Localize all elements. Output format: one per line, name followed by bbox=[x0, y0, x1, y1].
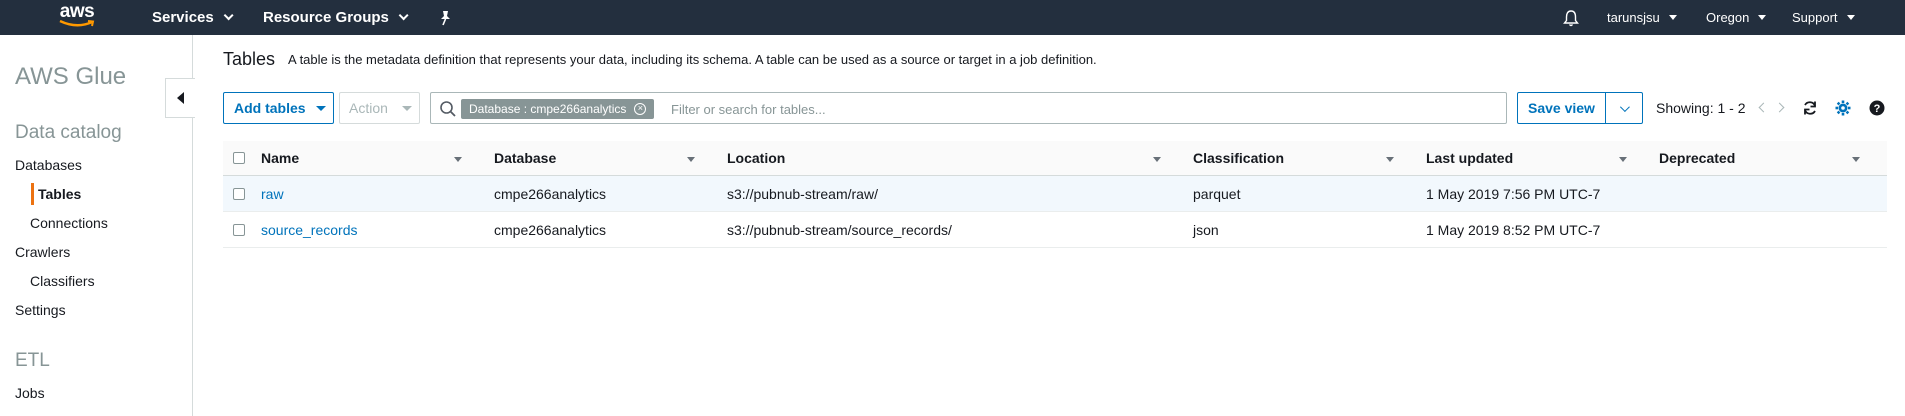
action-label: Action bbox=[349, 100, 388, 116]
save-view-dropdown[interactable] bbox=[1606, 93, 1642, 123]
table-location: s3://pubnub-stream/raw/ bbox=[727, 185, 878, 202]
search-input[interactable] bbox=[671, 99, 1491, 119]
sort-caret-icon[interactable] bbox=[1386, 157, 1394, 162]
sort-caret-icon[interactable] bbox=[687, 157, 695, 162]
column-header-deprecated[interactable]: Deprecated bbox=[1659, 141, 1735, 175]
active-indicator bbox=[31, 183, 34, 205]
row-checkbox[interactable] bbox=[233, 223, 245, 236]
column-header-last-updated[interactable]: Last updated bbox=[1426, 141, 1513, 175]
chevron-down-icon bbox=[1620, 101, 1631, 112]
table-location: s3://pubnub-stream/source_records/ bbox=[727, 221, 952, 238]
previous-page-icon[interactable] bbox=[1758, 102, 1769, 113]
column-header-location[interactable]: Location bbox=[727, 141, 785, 175]
aws-logo-text: aws bbox=[59, 1, 95, 22]
sort-caret-icon[interactable] bbox=[1619, 157, 1627, 162]
pagination-count: Showing: 1 - 2 bbox=[1656, 100, 1746, 116]
services-menu[interactable]: Services bbox=[152, 0, 234, 35]
table-row[interactable]: source_records cmpe266analytics s3://pub… bbox=[223, 212, 1887, 248]
collapse-arrow-icon bbox=[177, 92, 184, 104]
aws-logo[interactable]: aws bbox=[55, 2, 99, 32]
region-menu[interactable]: Oregon bbox=[1706, 0, 1767, 35]
sort-caret-icon[interactable] bbox=[1153, 157, 1161, 162]
table-last-updated: 1 May 2019 7:56 PM UTC-7 bbox=[1426, 185, 1601, 202]
resource-groups-label: Resource Groups bbox=[263, 9, 389, 26]
page-description: A table is the metadata definition that … bbox=[288, 52, 1097, 67]
caret-down-icon bbox=[1758, 15, 1767, 20]
column-header-name[interactable]: Name bbox=[261, 141, 299, 175]
sidebar-item-settings[interactable]: Settings bbox=[15, 302, 66, 318]
services-label: Services bbox=[152, 9, 214, 26]
table-row[interactable]: raw cmpe266analytics s3://pubnub-stream/… bbox=[223, 176, 1887, 212]
next-page-icon[interactable] bbox=[1774, 102, 1785, 113]
notifications-button[interactable] bbox=[1563, 0, 1579, 35]
chevron-down-icon bbox=[398, 10, 409, 21]
table-header-row: Name Database Location Classification La… bbox=[223, 141, 1887, 176]
sidebar-item-classifiers[interactable]: Classifiers bbox=[30, 273, 95, 289]
support-menu[interactable]: Support bbox=[1792, 0, 1855, 35]
gear-icon[interactable] bbox=[1835, 100, 1851, 116]
select-all-checkbox[interactable] bbox=[233, 152, 245, 164]
table-last-updated: 1 May 2019 8:52 PM UTC-7 bbox=[1426, 221, 1601, 238]
sort-caret-icon[interactable] bbox=[1852, 157, 1860, 162]
service-title: AWS Glue bbox=[15, 63, 127, 90]
table-database: cmpe266analytics bbox=[494, 221, 607, 238]
search-bar[interactable]: Database : cmpe266analytics × bbox=[430, 92, 1507, 124]
resource-groups-menu[interactable]: Resource Groups bbox=[263, 0, 409, 35]
svg-text:?: ? bbox=[1874, 103, 1881, 115]
column-header-database[interactable]: Database bbox=[494, 141, 556, 175]
caret-down-icon bbox=[401, 105, 412, 111]
filter-token: Database : cmpe266analytics × bbox=[461, 99, 655, 119]
help-icon[interactable]: ? bbox=[1869, 100, 1885, 116]
user-menu[interactable]: tarunsjsu bbox=[1607, 0, 1677, 35]
support-label: Support bbox=[1792, 10, 1838, 25]
sidebar-item-crawlers[interactable]: Crawlers bbox=[15, 244, 70, 260]
save-view-group: Save view bbox=[1517, 92, 1643, 124]
action-button[interactable]: Action bbox=[339, 92, 420, 124]
caret-down-icon bbox=[1846, 15, 1855, 20]
region-name: Oregon bbox=[1706, 10, 1750, 25]
collapse-sidebar-button[interactable] bbox=[165, 78, 195, 118]
sidebar-item-connections[interactable]: Connections bbox=[30, 215, 108, 231]
user-name: tarunsjsu bbox=[1607, 10, 1660, 25]
section-etl: ETL bbox=[15, 350, 50, 371]
page-title: Tables bbox=[223, 49, 276, 69]
sidebar-item-databases[interactable]: Databases bbox=[15, 157, 82, 173]
save-view-button[interactable]: Save view bbox=[1518, 93, 1606, 123]
section-data-catalog: Data catalog bbox=[15, 122, 122, 143]
refresh-icon[interactable] bbox=[1802, 100, 1818, 116]
caret-down-icon bbox=[1668, 15, 1677, 20]
caret-down-icon bbox=[315, 105, 326, 111]
table-name-link[interactable]: raw bbox=[261, 176, 284, 211]
search-icon bbox=[440, 101, 456, 117]
row-checkbox[interactable] bbox=[233, 187, 245, 200]
table-name-link[interactable]: source_records bbox=[261, 212, 358, 247]
pin-button[interactable] bbox=[438, 0, 452, 35]
sidebar-item-jobs[interactable]: Jobs bbox=[15, 385, 45, 401]
top-navigation-bar: aws Services Resource Groups tarunsjsu O… bbox=[0, 0, 1905, 35]
pin-icon bbox=[441, 10, 450, 25]
tables-table: Name Database Location Classification La… bbox=[223, 141, 1887, 248]
add-tables-label: Add tables bbox=[234, 100, 306, 116]
filter-token-label: Database : cmpe266analytics bbox=[469, 102, 627, 116]
table-classification: json bbox=[1193, 221, 1219, 238]
table-database: cmpe266analytics bbox=[494, 185, 607, 202]
table-classification: parquet bbox=[1193, 185, 1241, 202]
add-tables-button[interactable]: Add tables bbox=[223, 92, 334, 124]
remove-filter-icon[interactable]: × bbox=[634, 103, 647, 115]
sort-caret-icon[interactable] bbox=[454, 157, 462, 162]
sidebar-item-tables[interactable]: Tables bbox=[38, 186, 81, 202]
chevron-down-icon bbox=[223, 10, 234, 21]
bell-icon bbox=[1563, 9, 1579, 26]
column-header-classification[interactable]: Classification bbox=[1193, 141, 1284, 175]
